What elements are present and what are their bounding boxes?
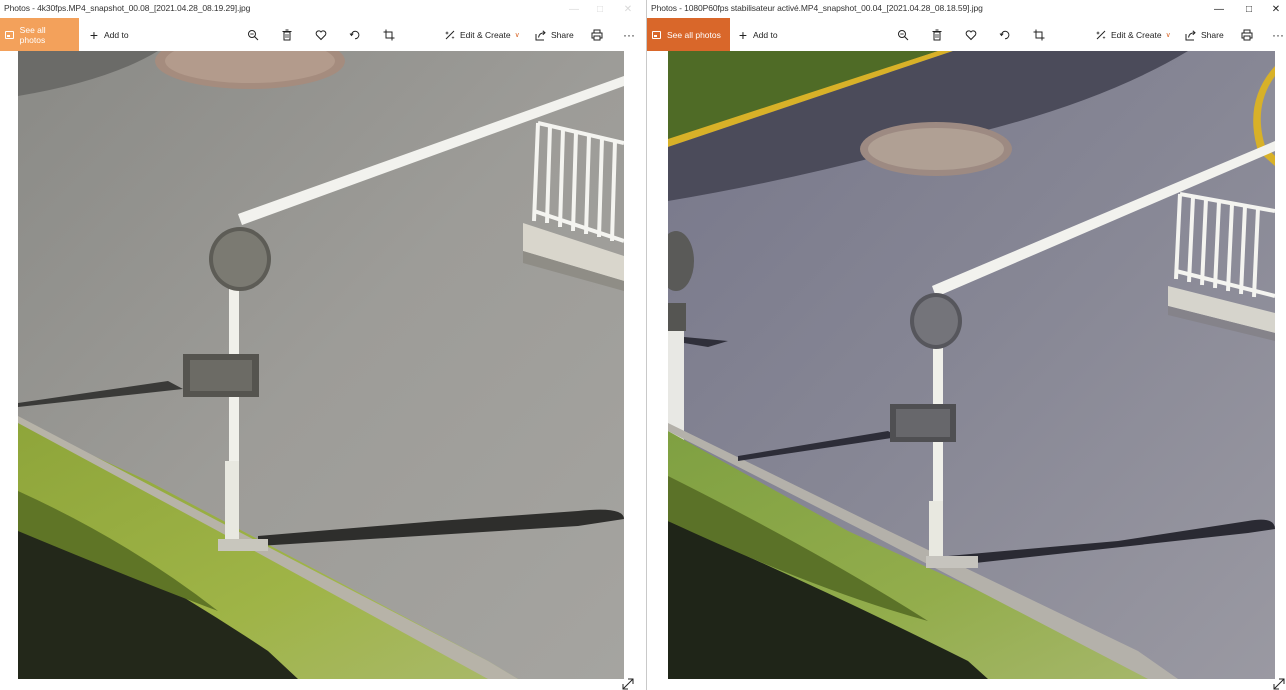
plus-icon: + <box>89 26 99 43</box>
rotate-button[interactable] <box>348 18 362 51</box>
favorite-icon <box>314 28 328 42</box>
rotate-icon <box>348 28 362 42</box>
edit-create-button[interactable]: Edit & Create ∨ <box>443 18 520 51</box>
more-button[interactable]: ··· <box>1271 18 1285 51</box>
zoom-button[interactable] <box>246 18 260 51</box>
print-button[interactable] <box>590 18 604 51</box>
close-icon[interactable]: ✕ <box>1262 0 1286 18</box>
minimize-icon[interactable]: — <box>560 0 588 18</box>
photos-window-right: Photos - 1080P60fps stabilisateur activé… <box>647 0 1286 690</box>
delete-icon <box>280 28 294 42</box>
edit-create-icon <box>1094 28 1108 42</box>
edit-create-label: Edit & Create <box>1111 29 1162 40</box>
edit-create-button[interactable]: Edit & Create ∨ <box>1094 18 1171 51</box>
share-icon <box>1184 28 1198 42</box>
edit-create-icon <box>443 28 457 42</box>
crop-button[interactable] <box>1032 18 1046 51</box>
share-label: Share <box>1201 29 1224 40</box>
title-bar[interactable]: Photos - 4k30fps.MP4_snapshot_00.08_[202… <box>0 0 646 18</box>
title-bar[interactable]: Photos - 1080P60fps stabilisateur activé… <box>647 0 1286 18</box>
more-icon: ··· <box>1272 27 1284 42</box>
favorite-button[interactable] <box>314 18 328 51</box>
delete-icon <box>930 28 944 42</box>
crop-icon <box>1032 28 1046 42</box>
see-all-photos-label: See all photos <box>667 29 721 40</box>
expand-icon[interactable] <box>1273 677 1285 690</box>
zoom-button[interactable] <box>896 18 910 51</box>
photos-window-left: Photos - 4k30fps.MP4_snapshot_00.08_[202… <box>0 0 646 690</box>
plus-icon: + <box>738 26 748 43</box>
favorite-icon <box>964 28 978 42</box>
maximize-icon[interactable]: □ <box>586 0 614 18</box>
delete-button[interactable] <box>930 18 944 51</box>
see-all-photos-label: See all photos <box>19 24 46 45</box>
rotate-button[interactable] <box>998 18 1012 51</box>
toolbar: See all photos + Add to Edit & Create ∨ … <box>0 18 646 51</box>
close-icon[interactable]: ✕ <box>614 0 642 18</box>
crop-icon <box>382 28 396 42</box>
minimize-icon[interactable]: — <box>1205 0 1233 18</box>
print-icon <box>590 28 604 42</box>
rotate-icon <box>998 28 1012 42</box>
add-to-label: Add to <box>104 29 129 40</box>
zoom-icon <box>896 28 910 42</box>
see-all-photos-button[interactable]: See all photos <box>0 18 79 51</box>
photos-icon <box>652 30 661 39</box>
chevron-down-icon: ∨ <box>514 31 520 39</box>
see-all-photos-button[interactable]: See all photos <box>647 18 730 51</box>
expand-icon[interactable] <box>622 677 634 690</box>
favorite-button[interactable] <box>964 18 978 51</box>
toolbar: See all photos + Add to Edit & Create ∨ … <box>647 18 1286 51</box>
photo-viewer-image[interactable] <box>668 51 1275 679</box>
chevron-down-icon: ∨ <box>1165 31 1171 39</box>
delete-button[interactable] <box>280 18 294 51</box>
window-title: Photos - 1080P60fps stabilisateur activé… <box>651 3 983 13</box>
print-icon <box>1240 28 1254 42</box>
share-icon <box>534 28 548 42</box>
photo-image <box>668 51 1275 679</box>
more-icon: ··· <box>623 27 635 42</box>
more-button[interactable]: ··· <box>622 18 636 51</box>
share-label: Share <box>551 29 574 40</box>
add-to-label: Add to <box>753 29 778 40</box>
share-button[interactable]: Share <box>534 18 574 51</box>
print-button[interactable] <box>1240 18 1254 51</box>
window-title: Photos - 4k30fps.MP4_snapshot_00.08_[202… <box>4 3 251 13</box>
edit-create-label: Edit & Create <box>460 29 511 40</box>
add-to-button[interactable]: + Add to <box>87 18 129 51</box>
add-to-button[interactable]: + Add to <box>736 18 778 51</box>
share-button[interactable]: Share <box>1184 18 1224 51</box>
photos-icon <box>5 30 14 39</box>
zoom-icon <box>246 28 260 42</box>
photo-image <box>18 51 624 679</box>
maximize-icon[interactable]: □ <box>1235 0 1263 18</box>
photo-viewer-image[interactable] <box>18 51 624 679</box>
crop-button[interactable] <box>382 18 396 51</box>
